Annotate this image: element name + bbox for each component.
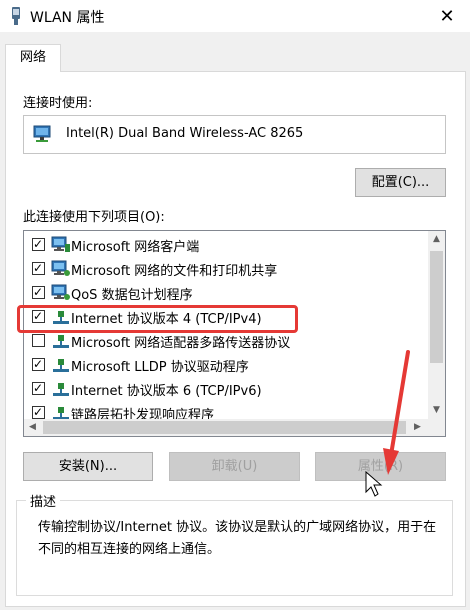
checkmark-icon: ✓ [33,357,44,371]
component-label: Microsoft 网络的文件和打印机共享 [71,264,278,279]
checkmark-icon: ✓ [33,309,44,323]
component-label: Microsoft 网络客户端 [71,240,200,255]
component-checkbox[interactable]: ✓ [32,381,45,395]
list-item[interactable]: ✓ Microsoft LLDP 协议驱动程序 [24,353,426,377]
adapter-box: Intel(R) Dual Band Wireless-AC 8265 [23,115,446,154]
scroll-left-icon[interactable]: ◀ [24,419,41,436]
component-checkbox[interactable]: ✓ [32,285,45,299]
checkmark-icon: ✓ [33,405,44,419]
protocol-icon [51,356,71,378]
list-item[interactable]: ✓ Internet 协议版本 4 (TCP/IPv4) [24,305,426,329]
scroll-up-icon[interactable]: ▲ [428,231,445,248]
checkmark-icon: ✓ [33,381,44,395]
list-item[interactable]: ✓ Internet 协议版本 6 (TCP/IPv6) [24,377,426,401]
component-label: QoS 数据包计划程序 [71,288,193,303]
network-adapter-icon [33,125,51,142]
close-icon: ✕ [439,5,455,27]
window-title: WLAN 属性 [30,10,105,26]
vertical-scrollbar[interactable]: ▲ ▼ [428,231,445,419]
network-client-icon [51,236,71,258]
protocol-icon [51,308,71,330]
wlan-properties-dialog: WLAN 属性 ✕ 网络 连接时使用: Intel(R) Dual Band W… [0,0,470,610]
tab-network[interactable]: 网络 [5,44,61,72]
component-checkbox[interactable] [32,334,45,347]
network-service-icon [51,260,71,282]
uninstall-button[interactable]: 卸载(U) [169,452,300,481]
install-button[interactable]: 安装(N)... [23,452,153,481]
checkmark-icon: ✓ [33,261,44,275]
items-label: 此连接使用下列项目(O): [23,210,165,225]
component-label: Microsoft LLDP 协议驱动程序 [71,360,249,375]
component-checkbox[interactable]: ✓ [32,261,45,275]
description-text: 传输控制协议/Internet 协议。该协议是默认的广域网络协议，用于在不同的相… [38,520,437,557]
list-item[interactable]: ✓ Microsoft 网络的文件和打印机共享 [24,257,426,281]
scroll-down-icon[interactable]: ▼ [428,402,445,419]
component-checkbox[interactable]: ✓ [32,309,45,323]
component-label: Microsoft 网络适配器多路传送器协议 [71,336,291,351]
checkmark-icon: ✓ [33,237,44,251]
component-checkbox[interactable]: ✓ [32,237,45,251]
adapter-name: Intel(R) Dual Band Wireless-AC 8265 [66,126,304,141]
scroll-right-icon[interactable]: ▶ [409,419,426,436]
wlan-adapter-icon [12,7,20,25]
components-list[interactable]: ✓ Microsoft 网络客户端 ✓ Microsoft 网络的文件和打印机共享 ✓ Q… [23,230,446,437]
connect-using-label: 连接时使用: [23,96,93,111]
network-service-icon [51,284,71,306]
component-label: Internet 协议版本 6 (TCP/IPv6) [71,384,262,399]
title-bar: WLAN 属性 ✕ [0,0,470,32]
list-item[interactable]: ✓ Microsoft 网络客户端 [24,233,426,257]
properties-button[interactable]: 属性(R) [315,452,446,481]
list-item[interactable]: Microsoft 网络适配器多路传送器协议 [24,329,426,353]
list-item[interactable]: ✓ QoS 数据包计划程序 [24,281,426,305]
checkmark-icon: ✓ [33,285,44,299]
horizontal-scroll-thumb[interactable] [43,421,406,434]
configure-button[interactable]: 配置(C)... [355,168,446,197]
vertical-scroll-thumb[interactable] [430,251,443,363]
component-label: Internet 协议版本 4 (TCP/IPv4) [71,312,262,327]
protocol-icon [51,380,71,402]
horizontal-scrollbar[interactable]: ◀ ▶ [24,419,445,436]
component-checkbox[interactable]: ✓ [32,357,45,371]
protocol-icon [51,332,71,354]
component-checkbox[interactable]: ✓ [32,405,45,419]
description-title: 描述 [26,491,61,510]
close-button[interactable]: ✕ [424,0,470,32]
